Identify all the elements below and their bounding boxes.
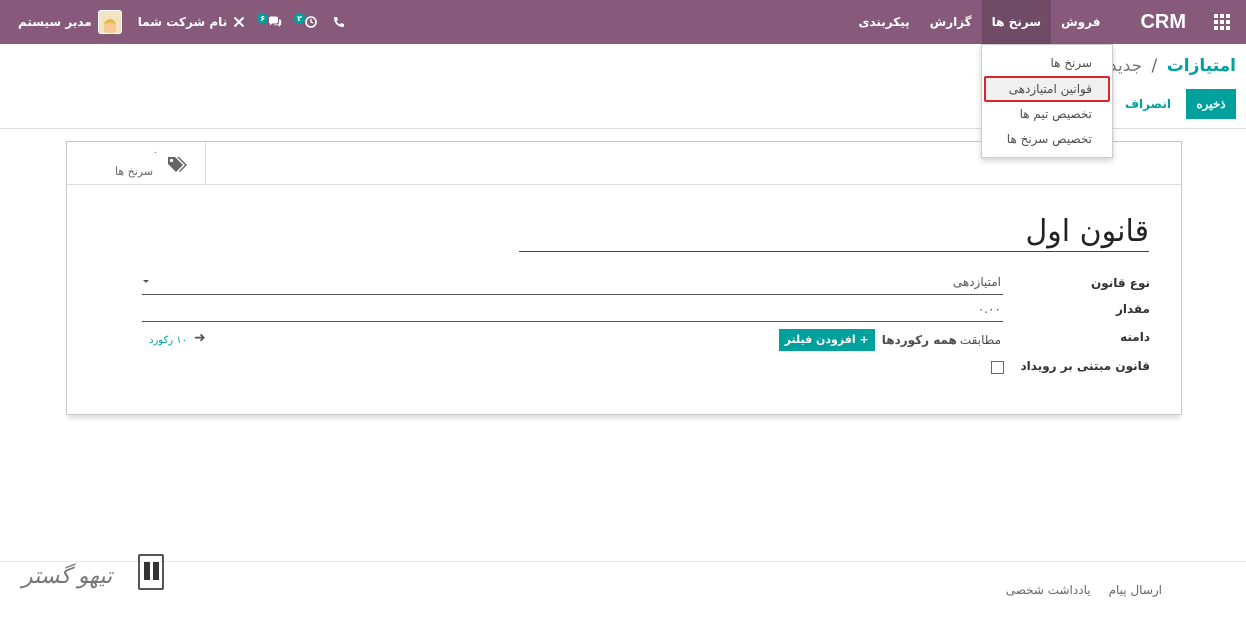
clock-icon — [305, 16, 317, 28]
phone-icon — [333, 17, 344, 27]
menu-configuration[interactable]: پیکربندی — [848, 0, 919, 44]
amount-input[interactable]: ۰.۰۰ — [978, 302, 1001, 316]
chatter-divider — [0, 561, 1246, 562]
log-note-button[interactable]: یادداشت شخصی — [1006, 583, 1091, 597]
chevron-down-icon — [143, 280, 149, 283]
save-button[interactable]: ذخیره — [1186, 89, 1236, 119]
activities-badge: ۲ — [294, 12, 305, 24]
menu-leads[interactable]: سرنخ ها — [981, 0, 1052, 44]
top-navbar: CRM فروش سرنخ ها گزارش پیکربندی ۲ ۶ نام … — [0, 0, 1246, 44]
breadcrumb-parent[interactable]: امتیازات — [1167, 56, 1236, 76]
discard-button[interactable]: انصراف — [1125, 89, 1171, 119]
dropdown-item-lead-assignment[interactable]: تخصیص سرنخ ها — [982, 127, 1112, 152]
dropdown-item-leads[interactable]: سرنخ ها — [982, 51, 1112, 76]
rule-type-label: نوع قانون — [1090, 276, 1150, 290]
company-name: نام شرکت شما — [137, 15, 228, 29]
leads-label: سرنخ ها — [115, 165, 154, 178]
watermark-logo-icon — [138, 554, 164, 590]
send-message-button[interactable]: ارسال پیام — [1109, 583, 1162, 597]
phone-button[interactable] — [325, 0, 353, 44]
add-filter-button[interactable]: + افزودن فیلتر — [778, 329, 875, 351]
menu-reporting[interactable]: گزارش — [920, 0, 982, 44]
watermark: تیهو گستر — [22, 548, 166, 598]
chatter-topbar: ارسال پیام یادداشت شخصی — [988, 583, 1162, 597]
rule-type-select[interactable]: امتیازدهی — [953, 275, 1001, 289]
arrow-right-icon[interactable]: ➜ — [194, 330, 206, 346]
user-name: مدیر سیستم — [18, 15, 92, 29]
company-switcher[interactable]: نام شرکت شما — [130, 0, 253, 44]
dropdown-item-scoring-rules[interactable]: قوانین امتیازدهی — [984, 76, 1110, 102]
event-based-checkbox[interactable] — [991, 361, 1004, 374]
domain-editor: مطابقت همه رکوردها + افزودن فیلتر — [778, 329, 1001, 351]
breadcrumb-current: جدید — [1109, 56, 1143, 76]
app-brand[interactable]: CRM — [1110, 11, 1198, 34]
domain-label: دامنه — [1120, 330, 1150, 344]
systray: ۲ ۶ نام شرکت شما مدیر سیستم — [0, 0, 353, 44]
amount-label: مقدار — [1115, 302, 1150, 316]
messages-button[interactable]: ۶ — [253, 0, 290, 44]
leads-dropdown-menu: سرنخ ها قوانین امتیازدهی تخصیص تیم ها تخ… — [981, 44, 1113, 158]
rule-name-input[interactable]: قانون اول — [519, 214, 1149, 252]
record-count-link[interactable]: ۱۰ رکورد — [149, 335, 187, 346]
domain-match-text: مطابقت — [959, 333, 1001, 347]
event-based-label: قانون مبتنی بر رویداد — [1020, 359, 1150, 373]
breadcrumb: امتیازات / جدید — [1109, 56, 1236, 76]
watermark-text: تیهو گستر — [22, 564, 113, 589]
chat-icon — [269, 16, 282, 27]
form-sheet: ۰ سرنخ ها قانون اول نوع قانون امتیازدهی … — [66, 141, 1182, 415]
menu-sales[interactable]: فروش — [1051, 0, 1110, 44]
leads-count: ۰ — [153, 148, 158, 158]
amount-underline — [142, 321, 1003, 322]
rule-type-underline — [142, 294, 1003, 295]
leads-smart-button[interactable]: ۰ سرنخ ها — [67, 142, 206, 185]
tags-icon — [168, 157, 187, 172]
apps-menu-button[interactable] — [1198, 0, 1246, 44]
add-filter-label: افزودن فیلتر — [784, 333, 856, 346]
messages-badge: ۶ — [257, 12, 269, 24]
dropdown-item-team-assignment[interactable]: تخصیص تیم ها — [982, 102, 1112, 127]
activities-button[interactable]: ۲ — [290, 0, 325, 44]
avatar — [97, 10, 122, 34]
user-menu[interactable]: مدیر سیستم — [10, 0, 130, 44]
plus-icon: + — [859, 333, 869, 346]
grid-icon — [1214, 14, 1230, 30]
tools-icon — [233, 16, 245, 28]
breadcrumb-separator: / — [1151, 56, 1158, 76]
domain-all-records: همه رکوردها — [881, 333, 957, 347]
